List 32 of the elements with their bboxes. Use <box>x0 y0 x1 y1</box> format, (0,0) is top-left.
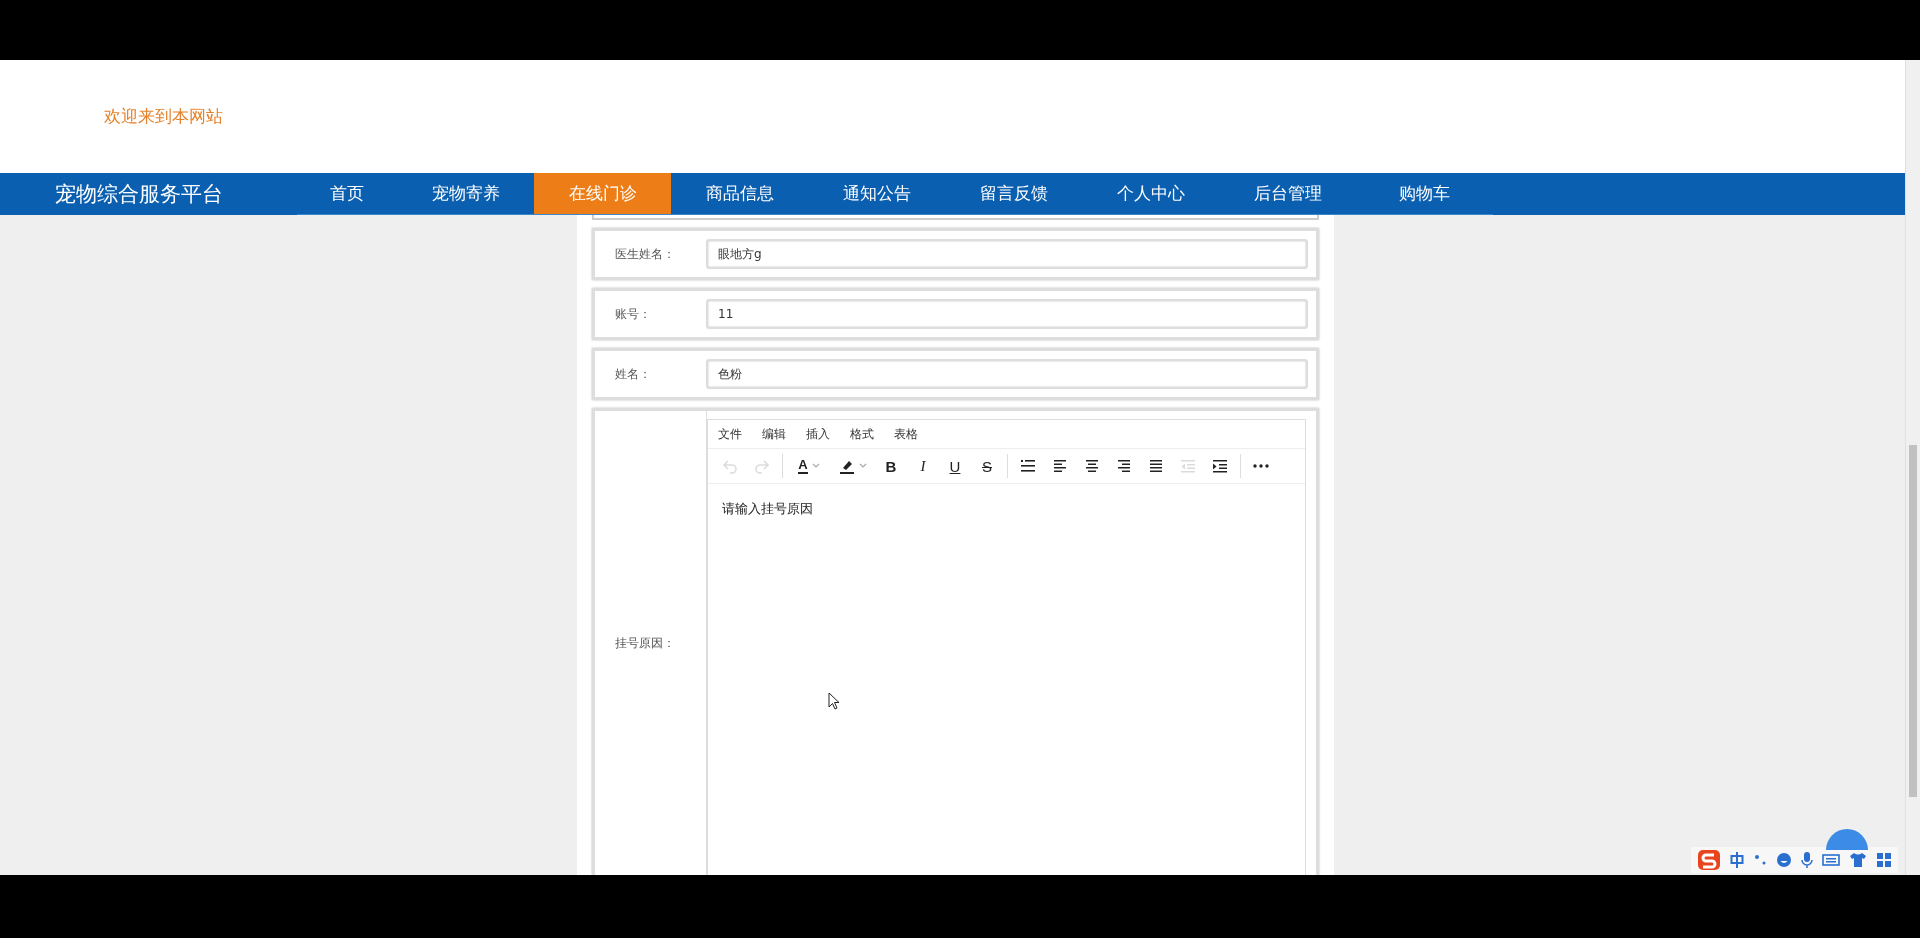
input-method-logo-icon[interactable] <box>1697 849 1721 871</box>
microphone-icon[interactable] <box>1801 851 1813 869</box>
menu-item[interactable]: 文件 <box>718 425 742 443</box>
input-field[interactable]: 色粉 <box>706 359 1308 389</box>
input-field[interactable]: 眼地方g <box>706 239 1308 269</box>
nav-item[interactable]: 首页 <box>297 173 397 215</box>
menu-item[interactable]: 表格 <box>894 425 918 443</box>
scrollbar[interactable] <box>1905 60 1920 875</box>
italic-button[interactable]: I <box>907 454 939 478</box>
caret-icon <box>859 463 867 469</box>
bold-button[interactable]: B <box>875 454 907 478</box>
smiley-icon[interactable] <box>1776 852 1792 868</box>
text-color-button[interactable]: A <box>787 454 831 478</box>
field-label: 账号： <box>614 305 652 323</box>
menu-item[interactable]: 插入 <box>806 425 830 443</box>
strike-button[interactable]: S <box>971 454 1003 478</box>
caret-icon <box>811 463 820 469</box>
input-field[interactable]: 11 <box>706 299 1308 329</box>
nav-item[interactable]: 购物车 <box>1356 173 1493 215</box>
field-label: 姓名： <box>614 365 652 383</box>
underline-button[interactable]: U <box>939 454 971 478</box>
menu-item[interactable]: 编辑 <box>762 425 786 443</box>
field-label: 医生姓名： <box>614 245 676 263</box>
mouse-cursor-icon <box>828 692 840 710</box>
menu-item[interactable]: 格式 <box>850 425 874 443</box>
shirt-icon[interactable] <box>1849 852 1867 868</box>
highlighter-icon <box>839 458 855 474</box>
keyboard-icon[interactable] <box>1822 853 1840 867</box>
welcome-text: 欢迎来到本网站 <box>104 105 223 128</box>
language-icon[interactable] <box>1730 852 1744 868</box>
grid-icon[interactable] <box>1876 852 1892 868</box>
site-brand: 宠物综合服务平台 <box>53 181 224 208</box>
